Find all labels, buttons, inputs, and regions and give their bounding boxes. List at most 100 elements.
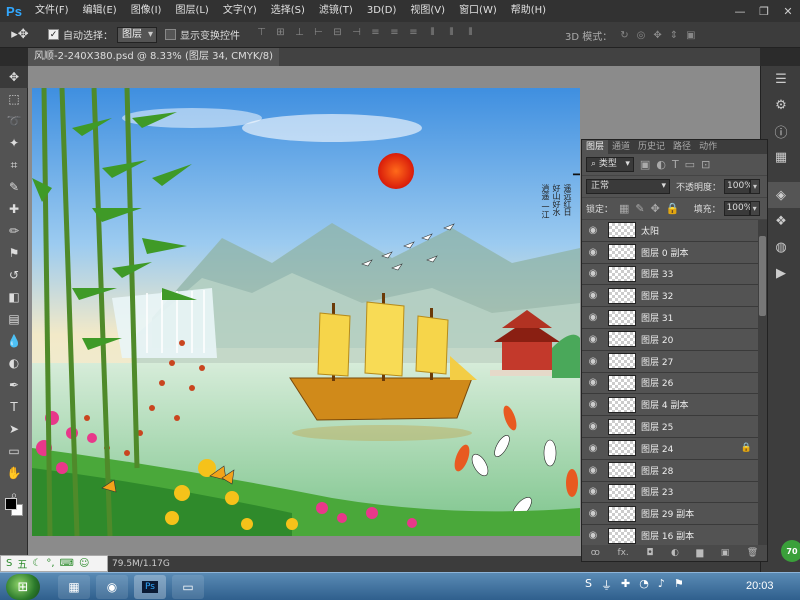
taskbar-explorer-icon[interactable]: ▭ [172, 575, 204, 599]
visibility-eye-icon[interactable]: ◉ [582, 421, 604, 432]
tray-security-icon[interactable]: ✚ [621, 577, 630, 593]
layer-row[interactable]: ◉ 图层 23 [582, 481, 758, 504]
menu-item[interactable]: 图层(L) [168, 0, 215, 22]
visibility-eye-icon[interactable]: ◉ [582, 247, 604, 258]
panel-tab[interactable]: 通道 [608, 140, 634, 154]
layer-mask-icon[interactable]: ◘ [646, 548, 653, 558]
taskbar-photoshop-icon[interactable]: Ps [134, 575, 166, 599]
ime-moon-icon[interactable]: ☾ [32, 558, 41, 569]
layer-row[interactable]: ◉ 图层 20 [582, 328, 758, 351]
visibility-eye-icon[interactable]: ◉ [582, 465, 604, 476]
transform-controls-checkbox[interactable] [165, 29, 176, 40]
new-layer-icon[interactable]: ▣ [721, 548, 730, 558]
panel-tab[interactable]: 历史记 [634, 140, 669, 154]
artwork-image[interactable]: 一帆风顺 遥远红日 好山好水 逍遥 一江 [32, 88, 580, 536]
healing-brush-icon[interactable]: ✚ [0, 198, 28, 220]
fill-field[interactable]: 100% [723, 201, 752, 216]
menu-item[interactable]: 选择(S) [264, 0, 312, 22]
visibility-eye-icon[interactable]: ◉ [582, 399, 604, 410]
sogou-icon[interactable]: S [6, 558, 12, 569]
auto-select-dropdown[interactable]: 图层 [117, 26, 157, 43]
history-brush-icon[interactable]: ↺ [0, 264, 28, 286]
adjustment-layer-icon[interactable]: ◐ [671, 548, 679, 558]
ime-mode-label[interactable]: 五 [17, 556, 27, 571]
ime-user-icon[interactable]: ☺ [79, 558, 89, 569]
align-hcenter-icon[interactable]: ⊟ [328, 27, 347, 43]
clone-stamp-icon[interactable]: ⚑ [0, 242, 28, 264]
type-tool-icon[interactable]: T [0, 396, 28, 418]
kind-filter-dropdown[interactable]: ⌕ 类型 [586, 157, 634, 172]
taskbar-browser-icon[interactable]: ◉ [96, 575, 128, 599]
visibility-eye-icon[interactable]: ◉ [582, 356, 604, 367]
menu-item[interactable]: 滤镜(T) [312, 0, 360, 22]
filter-type-icon[interactable]: T [672, 158, 679, 171]
layer-row[interactable]: ◉ 图层 31 [582, 307, 758, 329]
layer-row[interactable]: ◉ 图层 28 [582, 459, 758, 482]
ime-punct-icon[interactable]: °, [46, 558, 54, 569]
lock-all-icon[interactable]: 🔒 [666, 202, 680, 215]
align-bottom-icon[interactable]: ⊥ [290, 27, 309, 43]
panel-tab[interactable]: 动作 [695, 140, 721, 154]
visibility-eye-icon[interactable]: ◉ [582, 268, 604, 279]
menu-item[interactable]: 文字(Y) [216, 0, 264, 22]
slide-3d-icon[interactable]: ⇕ [670, 30, 678, 41]
visibility-eye-icon[interactable]: ◉ [582, 334, 604, 345]
layer-row[interactable]: ◉ 图层 33 [582, 263, 758, 286]
lasso-tool-icon[interactable]: ➰ [0, 110, 28, 132]
eyedropper-icon[interactable]: ✎ [0, 176, 28, 198]
path-select-icon[interactable]: ➤ [0, 418, 28, 440]
menu-item[interactable]: 3D(D) [360, 0, 404, 22]
blur-tool-icon[interactable]: 💧 [0, 330, 28, 352]
distribute-right-icon[interactable]: ⦀ [461, 27, 480, 43]
layer-row[interactable]: ◉ 太阳 [582, 220, 758, 242]
menu-item[interactable]: 帮助(H) [504, 0, 553, 22]
start-button[interactable]: ⊞ [6, 574, 40, 600]
visibility-eye-icon[interactable]: ◉ [582, 290, 604, 301]
filter-smart-object-icon[interactable]: ⊡ [701, 158, 710, 171]
fill-dropdown-icon[interactable]: ▾ [749, 201, 760, 216]
panel-tab[interactable]: 路径 [669, 140, 695, 154]
layer-row[interactable]: ◉ 图层 0 副本 [582, 241, 758, 264]
auto-select-checkbox[interactable]: ✓ [48, 29, 59, 40]
link-layers-icon[interactable]: ꝏ [591, 548, 600, 558]
lock-position-icon[interactable]: ✥ [651, 202, 660, 215]
layer-row[interactable]: ◉ 图层 24 🔒 [582, 437, 758, 460]
visibility-eye-icon[interactable]: ◉ [582, 312, 604, 323]
tray-sogou-icon[interactable]: S [585, 577, 592, 593]
taskbar-app-windows-icon[interactable]: ▦ [58, 575, 90, 599]
menu-item[interactable]: 窗口(W) [452, 0, 504, 22]
visibility-eye-icon[interactable]: ◉ [582, 443, 604, 454]
distribute-left-icon[interactable]: ⦀ [423, 27, 442, 43]
minimize-button[interactable]: — [728, 0, 752, 22]
visibility-eye-icon[interactable]: ◉ [582, 486, 604, 497]
new-group-icon[interactable]: ▆ [696, 548, 703, 558]
layer-row[interactable]: ◉ 图层 27 [582, 350, 758, 373]
distribute-top-icon[interactable]: ≡ [366, 27, 385, 43]
filter-pixel-icon[interactable]: ▣ [640, 158, 650, 171]
layer-row[interactable]: ◉ 图层 26 [582, 372, 758, 395]
magic-wand-icon[interactable]: ✦ [0, 132, 28, 154]
roll-3d-icon[interactable]: ◎ [637, 30, 646, 41]
gradient-tool-icon[interactable]: ▤ [0, 308, 28, 330]
layer-row[interactable]: ◉ 图层 32 [582, 285, 758, 308]
distribute-hcenter-icon[interactable]: ⦀ [442, 27, 461, 43]
menu-item[interactable]: 编辑(E) [76, 0, 124, 22]
menu-item[interactable]: 图像(I) [124, 0, 169, 22]
rotate-3d-icon[interactable]: ↻ [620, 30, 628, 41]
dodge-tool-icon[interactable]: ◐ [0, 352, 28, 374]
camera-3d-icon[interactable]: ▣ [686, 30, 695, 41]
pen-tool-icon[interactable]: ✒ [0, 374, 28, 396]
visibility-eye-icon[interactable]: ◉ [582, 377, 604, 388]
document-tab[interactable]: 风顺-2-240X380.psd @ 8.33% (图层 34, CMYK/8) [28, 48, 280, 66]
lock-pixels-icon[interactable]: ✎ [635, 202, 644, 215]
distribute-bottom-icon[interactable]: ≡ [404, 27, 423, 43]
hand-tool-icon[interactable]: ✋ [0, 462, 28, 484]
layer-row[interactable]: ◉ 图层 25 [582, 416, 758, 438]
history-panel-icon[interactable]: ☰ [761, 66, 800, 92]
menu-item[interactable]: 文件(F) [28, 0, 76, 22]
crop-tool-icon[interactable]: ⌗ [0, 154, 28, 176]
blend-mode-dropdown[interactable]: 正常 [586, 179, 670, 194]
align-left-icon[interactable]: ⊢ [309, 27, 328, 43]
layer-row[interactable]: ◉ 图层 16 副本 [582, 525, 758, 547]
layer-style-icon[interactable]: fx. [617, 548, 628, 558]
